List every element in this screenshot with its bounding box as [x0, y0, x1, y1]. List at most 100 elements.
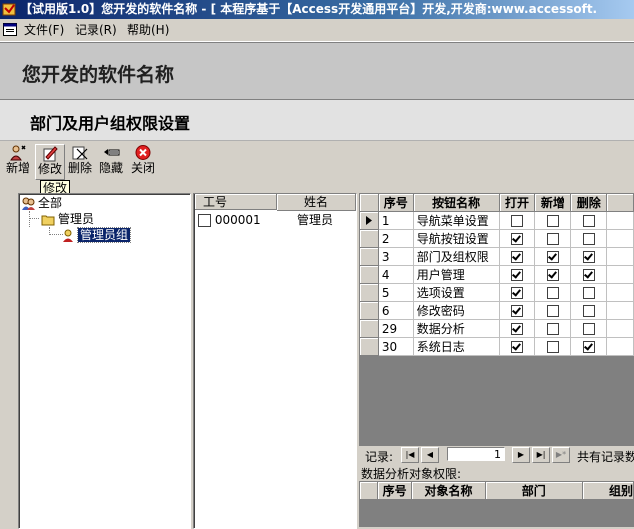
open-checkbox[interactable]: [511, 215, 524, 227]
grid-row[interactable]: 2 导航按钮设置: [359, 229, 634, 248]
grid-header-no[interactable]: 序号: [377, 193, 414, 212]
last-record-button[interactable]: ▶|: [532, 447, 550, 463]
grid-row[interactable]: 3 部门及组权限: [359, 247, 634, 266]
grid-row[interactable]: 6 修改密码: [359, 301, 634, 320]
new-record-button[interactable]: ▶*: [552, 447, 570, 463]
add-checkbox[interactable]: [546, 305, 559, 317]
grid-header-name[interactable]: 按钮名称: [412, 193, 500, 212]
open-checkbox[interactable]: [511, 269, 524, 281]
row-more-cell: [606, 211, 634, 230]
tree-root[interactable]: 全部: [21, 195, 62, 211]
sub-selector-header[interactable]: [359, 481, 378, 500]
row-no[interactable]: 2: [377, 229, 414, 248]
row-no[interactable]: 1: [377, 211, 414, 230]
user-checkbox[interactable]: [198, 214, 211, 227]
tree-group-label: 管理员组: [76, 227, 132, 243]
row-selector[interactable]: [359, 319, 379, 338]
row-button-name[interactable]: 导航菜单设置: [412, 211, 500, 230]
user-list[interactable]: 工号 姓名 000001 管理员: [193, 193, 357, 529]
col-header-name[interactable]: 姓名: [277, 194, 356, 211]
row-no[interactable]: 30: [377, 337, 414, 356]
open-checkbox[interactable]: [511, 305, 524, 317]
sub-header-no[interactable]: 序号: [376, 481, 413, 500]
del-checkbox[interactable]: [582, 233, 595, 245]
grid-row[interactable]: 29 数据分析: [359, 319, 634, 338]
del-checkbox[interactable]: [582, 215, 595, 227]
row-no[interactable]: 6: [377, 301, 414, 320]
row-selector[interactable]: [359, 283, 379, 302]
row-no[interactable]: 4: [377, 265, 414, 284]
first-record-button[interactable]: |◀: [401, 447, 419, 463]
open-checkbox[interactable]: [511, 323, 524, 335]
menu-file[interactable]: 文件(F): [21, 22, 67, 38]
hide-button[interactable]: 隐藏: [98, 144, 124, 178]
row-selector[interactable]: [359, 301, 379, 320]
record-count-label: 共有记录数: [577, 450, 634, 464]
del-checkbox[interactable]: [582, 341, 595, 353]
grid-row[interactable]: 5 选项设置: [359, 283, 634, 302]
edit-button[interactable]: 修改: [35, 144, 65, 180]
new-button[interactable]: 新增: [5, 144, 31, 178]
tree-dept[interactable]: 管理员: [41, 211, 94, 227]
menu-app-icon[interactable]: [3, 23, 17, 36]
grid-header-delete[interactable]: 删除: [570, 193, 608, 212]
row-button-name[interactable]: 数据分析: [412, 319, 500, 338]
close-button[interactable]: 关闭: [130, 144, 156, 178]
grid-row[interactable]: 4 用户管理: [359, 265, 634, 284]
row-selector[interactable]: [359, 265, 379, 284]
grid-selector-header[interactable]: [359, 193, 379, 212]
row-no[interactable]: 29: [377, 319, 414, 338]
row-button-name[interactable]: 修改密码: [412, 301, 500, 320]
open-checkbox[interactable]: [511, 251, 524, 263]
record-number-input[interactable]: 1: [447, 447, 505, 461]
row-button-name[interactable]: 导航按钮设置: [412, 229, 500, 248]
del-checkbox[interactable]: [582, 287, 595, 299]
prev-record-button[interactable]: ◀: [421, 447, 439, 463]
menu-record[interactable]: 记录(R): [72, 22, 120, 38]
grid-row[interactable]: 1 导航菜单设置: [359, 211, 634, 230]
next-record-button[interactable]: ▶: [512, 447, 530, 463]
grid-header-more[interactable]: [606, 193, 634, 212]
add-checkbox[interactable]: [546, 341, 559, 353]
del-checkbox[interactable]: [582, 269, 595, 281]
row-button-name[interactable]: 部门及组权限: [412, 247, 500, 266]
del-checkbox[interactable]: [582, 305, 595, 317]
permissions-grid[interactable]: 序号 按钮名称 打开 新增 删除 1 导航菜单设置 2 导航按钮设置 3 部门及组权限 4 用…: [359, 193, 634, 446]
tree-group[interactable]: 管理员组: [61, 227, 132, 243]
user-row[interactable]: 000001: [198, 212, 261, 228]
row-selector[interactable]: [359, 229, 379, 248]
open-checkbox[interactable]: [511, 341, 524, 353]
sub-header-group[interactable]: 组别: [581, 481, 634, 500]
sub-header-object[interactable]: 对象名称: [411, 481, 486, 500]
add-checkbox[interactable]: [546, 269, 559, 281]
row-selector[interactable]: [359, 211, 379, 230]
col-header-id[interactable]: 工号: [195, 194, 277, 210]
open-checkbox[interactable]: [511, 233, 524, 245]
row-more-cell: [606, 337, 634, 356]
row-open-cell: [498, 229, 536, 248]
grid-header-add[interactable]: 新增: [534, 193, 572, 212]
del-checkbox[interactable]: [582, 251, 595, 263]
object-permissions-grid[interactable]: 序号 对象名称 部门 组别: [359, 481, 634, 527]
sub-header-dept[interactable]: 部门: [484, 481, 583, 500]
grid-header-open[interactable]: 打开: [498, 193, 536, 212]
user-name: 管理员: [297, 213, 334, 227]
row-selector[interactable]: [359, 337, 379, 356]
row-button-name[interactable]: 用户管理: [412, 265, 500, 284]
row-button-name[interactable]: 选项设置: [412, 283, 500, 302]
add-checkbox[interactable]: [546, 215, 559, 227]
row-no[interactable]: 5: [377, 283, 414, 302]
menu-help[interactable]: 帮助(H): [124, 22, 172, 38]
add-checkbox[interactable]: [546, 233, 559, 245]
dept-tree[interactable]: 全部 管理员 管理员组: [18, 193, 191, 529]
add-checkbox[interactable]: [546, 287, 559, 299]
add-checkbox[interactable]: [546, 323, 559, 335]
row-no[interactable]: 3: [377, 247, 414, 266]
row-button-name[interactable]: 系统日志: [412, 337, 500, 356]
grid-row[interactable]: 30 系统日志: [359, 337, 634, 356]
open-checkbox[interactable]: [511, 287, 524, 299]
del-checkbox[interactable]: [582, 323, 595, 335]
row-selector[interactable]: [359, 247, 379, 266]
delete-button[interactable]: 删除: [67, 144, 93, 178]
add-checkbox[interactable]: [546, 251, 559, 263]
